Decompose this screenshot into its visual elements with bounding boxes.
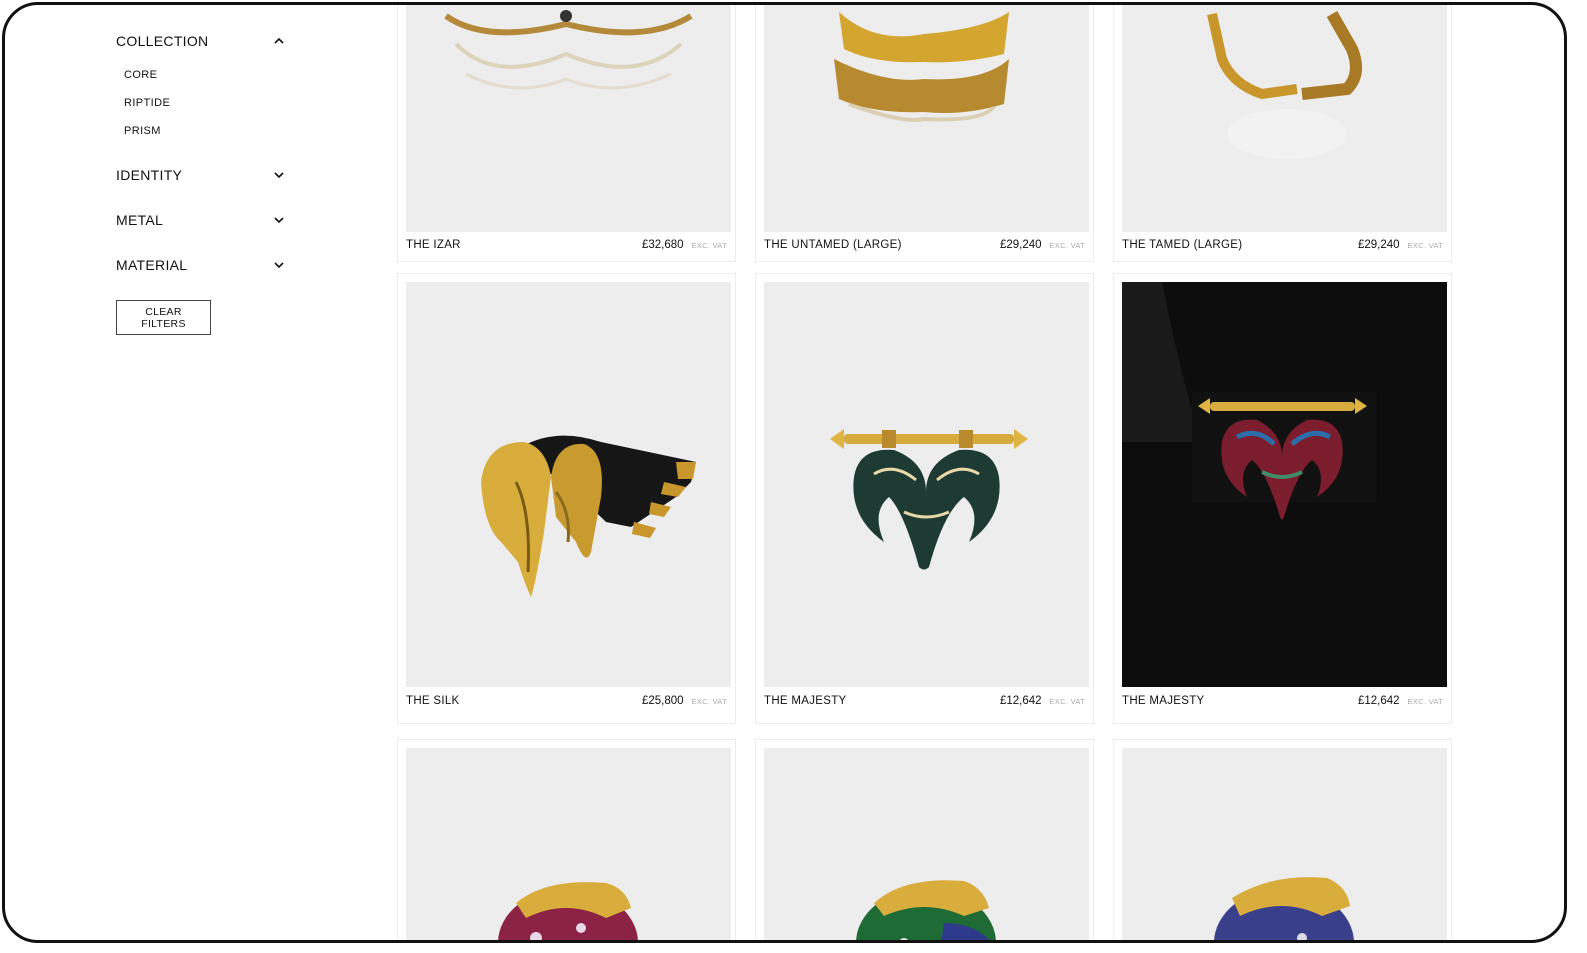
collection-option-core[interactable]: CORE [116, 61, 286, 89]
majesty-brooch-worn-image [1122, 282, 1377, 520]
filter-metal-toggle[interactable]: METAL [116, 212, 286, 228]
sapphire-ring-image [1214, 877, 1354, 940]
product-meta: THE MAJESTY £12,642 EXC. VAT [764, 695, 1085, 707]
product-card-tamed-large[interactable]: THE TAMED (LARGE) £29,240 EXC. VAT [1113, 5, 1452, 262]
product-image[interactable] [406, 748, 731, 940]
product-image[interactable] [1122, 282, 1447, 687]
product-price: £12,642 [999, 695, 1042, 707]
product-image[interactable] [406, 5, 731, 232]
product-card-silk[interactable]: THE SILK £25,800 EXC. VAT [397, 273, 736, 724]
product-card-majesty-worn[interactable]: THE MAJESTY £12,642 EXC. VAT [1113, 273, 1452, 724]
ruby-ring-image [498, 882, 638, 940]
chevron-down-icon [272, 258, 286, 272]
browser-frame: COLLECTION CORE RIPTIDE PRISM IDENTITY M… [2, 2, 1567, 943]
product-image[interactable] [764, 748, 1089, 940]
chevron-down-icon [272, 168, 286, 182]
product-name[interactable]: THE MAJESTY [1122, 695, 1205, 707]
collection-options: CORE RIPTIDE PRISM [116, 61, 286, 145]
product-meta: THE IZAR £32,680 EXC. VAT [406, 239, 727, 251]
product-name[interactable]: THE MAJESTY [764, 695, 847, 707]
product-card-untamed-large[interactable]: THE UNTAMED (LARGE) £29,240 EXC. VAT [755, 5, 1094, 262]
product-price: £12,642 [1357, 695, 1400, 707]
crown-ring-image [444, 10, 693, 90]
product-name[interactable]: THE SILK [406, 695, 460, 707]
filter-collection: COLLECTION CORE RIPTIDE PRISM [116, 33, 286, 145]
collection-option-prism[interactable]: PRISM [116, 117, 286, 145]
vat-label: EXC. VAT [1407, 697, 1443, 706]
product-image[interactable] [764, 5, 1089, 232]
filter-metal: METAL [116, 212, 286, 228]
vat-label: EXC. VAT [1049, 241, 1085, 250]
filter-identity-toggle[interactable]: IDENTITY [116, 167, 286, 183]
product-meta: THE UNTAMED (LARGE) £29,240 EXC. VAT [764, 239, 1085, 251]
product-price: £25,800 [641, 695, 684, 707]
product-name[interactable]: THE UNTAMED (LARGE) [764, 239, 902, 251]
product-meta: THE TAMED (LARGE) £29,240 EXC. VAT [1122, 239, 1443, 251]
product-card-emerald-skull[interactable] [755, 739, 1094, 940]
product-card-sapphire-skull[interactable] [1113, 739, 1452, 940]
vat-label: EXC. VAT [691, 241, 727, 250]
filter-collection-toggle[interactable]: COLLECTION [116, 33, 286, 49]
vat-label: EXC. VAT [1049, 697, 1085, 706]
product-name[interactable]: THE TAMED (LARGE) [1122, 239, 1242, 251]
chevron-down-icon [272, 213, 286, 227]
filter-material-toggle[interactable]: MATERIAL [116, 257, 286, 273]
product-image[interactable] [1122, 5, 1447, 232]
gold-ring-image [834, 12, 1009, 122]
filter-metal-label: METAL [116, 212, 164, 228]
product-card-majesty[interactable]: THE MAJESTY £12,642 EXC. VAT [755, 273, 1094, 724]
emerald-ring-image [856, 880, 996, 940]
product-image[interactable] [764, 282, 1089, 687]
product-price: £29,240 [1357, 239, 1400, 251]
vat-label: EXC. VAT [691, 697, 727, 706]
filter-collection-label: COLLECTION [116, 33, 209, 49]
clear-filters-button[interactable]: CLEAR FILTERS [116, 300, 211, 335]
product-name[interactable]: THE IZAR [406, 239, 461, 251]
product-image[interactable] [1122, 748, 1447, 940]
silk-ram-ring-image [481, 435, 696, 597]
filter-identity: IDENTITY [116, 167, 286, 183]
filter-identity-label: IDENTITY [116, 167, 183, 183]
majesty-brooch-image [830, 429, 1028, 570]
filter-material: MATERIAL [116, 257, 286, 273]
product-price: £29,240 [999, 239, 1042, 251]
collection-option-riptide[interactable]: RIPTIDE [116, 89, 286, 117]
product-meta: THE SILK £25,800 EXC. VAT [406, 695, 727, 707]
product-card-izar[interactable]: THE IZAR £32,680 EXC. VAT [397, 5, 736, 262]
filter-material-label: MATERIAL [116, 257, 188, 273]
product-meta: THE MAJESTY £12,642 EXC. VAT [1122, 695, 1443, 707]
product-price: £32,680 [641, 239, 684, 251]
gold-open-ring-image [1207, 11, 1362, 159]
product-image[interactable] [406, 282, 731, 687]
product-card-ruby-skull[interactable] [397, 739, 736, 940]
vat-label: EXC. VAT [1407, 241, 1443, 250]
chevron-up-icon [272, 34, 286, 48]
